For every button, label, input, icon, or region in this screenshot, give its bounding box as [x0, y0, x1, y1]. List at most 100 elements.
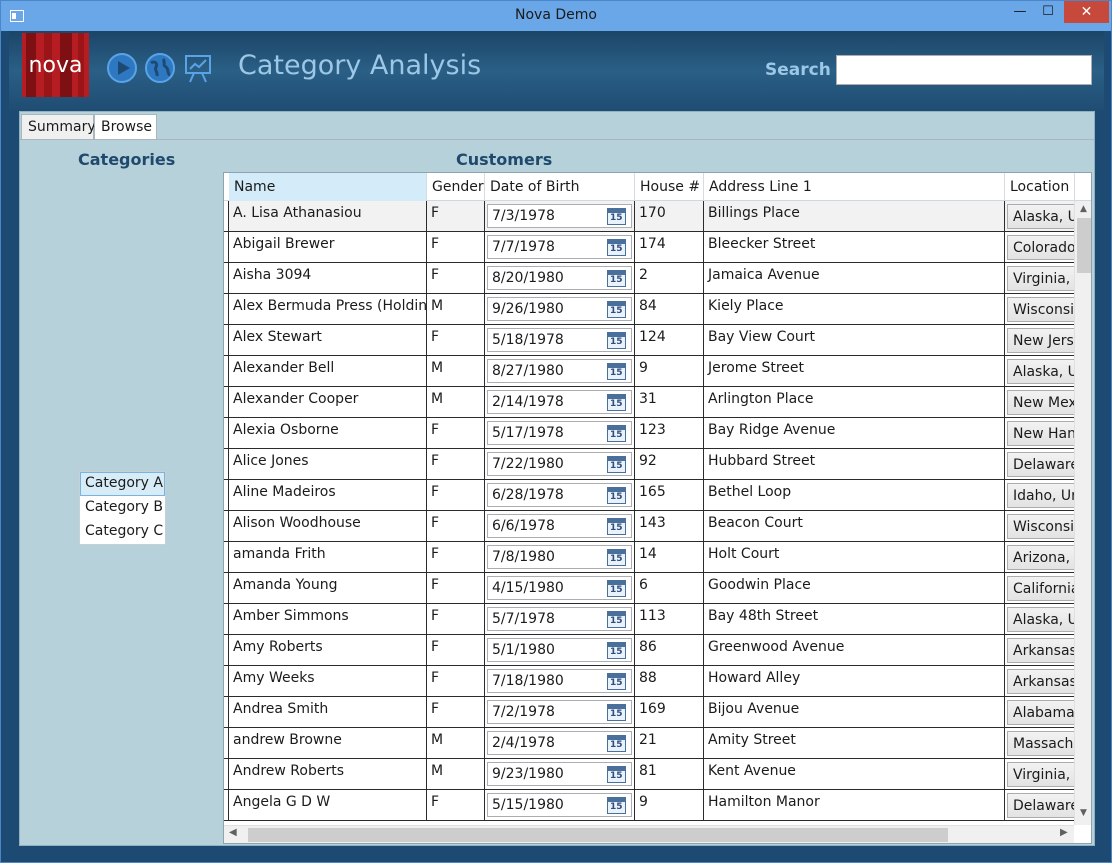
cell-location[interactable]: Wisconsi [1005, 294, 1074, 324]
category-item-c[interactable]: Category C [80, 520, 165, 544]
cell-name[interactable]: andrew Browne [229, 728, 427, 758]
cell-name[interactable]: Alex Stewart [229, 325, 427, 355]
cell-location[interactable]: California [1005, 573, 1074, 603]
date-picker[interactable]: 2/4/1978 15 [487, 731, 632, 755]
cell-house[interactable]: 92 [635, 449, 704, 479]
cell-address[interactable]: Greenwood Avenue [704, 635, 1005, 665]
cell-name[interactable]: Amber Simmons [229, 604, 427, 634]
cell-gender[interactable]: M [427, 387, 485, 417]
cell-location[interactable]: Arkansas [1005, 666, 1074, 696]
location-button[interactable]: Virginia, [1007, 762, 1074, 787]
cell-gender[interactable]: F [427, 635, 485, 665]
cell-address[interactable]: Bethel Loop [704, 480, 1005, 510]
table-row[interactable]: Aisha 3094 F 8/20/1980 15 2 Jamaica Avenue Vir… [224, 263, 1074, 294]
table-row[interactable]: Alice Jones F 7/22/1980 15 92 Hubbard Street D… [224, 449, 1074, 480]
category-item-a[interactable]: Category A [80, 472, 165, 496]
cell-address[interactable]: Bay View Court [704, 325, 1005, 355]
cell-gender[interactable]: F [427, 604, 485, 634]
calendar-icon[interactable]: 15 [607, 425, 626, 442]
cell-gender[interactable]: F [427, 418, 485, 448]
cell-name[interactable]: Aisha 3094 [229, 263, 427, 293]
calendar-icon[interactable]: 15 [607, 735, 626, 752]
table-row[interactable]: Alexia Osborne F 5/17/1978 15 123 Bay Ridge A… [224, 418, 1074, 449]
calendar-icon[interactable]: 15 [607, 270, 626, 287]
location-button[interactable]: Delaware [1007, 452, 1074, 477]
cell-address[interactable]: Bay Ridge Avenue [704, 418, 1005, 448]
date-picker[interactable]: 6/28/1978 15 [487, 483, 632, 507]
date-picker[interactable]: 5/1/1980 15 [487, 638, 632, 662]
date-picker[interactable]: 7/7/1978 15 [487, 235, 632, 259]
date-picker[interactable]: 5/18/1978 15 [487, 328, 632, 352]
cell-address[interactable]: Kent Avenue [704, 759, 1005, 789]
scroll-left-icon[interactable]: ◀ [229, 827, 237, 838]
cell-location[interactable]: New Mex [1005, 387, 1074, 417]
cell-name[interactable]: Alison Woodhouse [229, 511, 427, 541]
location-button[interactable]: Wisconsi [1007, 514, 1074, 539]
cell-name[interactable]: A. Lisa Athanasiou [229, 201, 427, 231]
cell-location[interactable]: Alaska, U [1005, 201, 1074, 231]
table-row[interactable]: Alison Woodhouse F 6/6/1978 15 143 Beacon Cou… [224, 511, 1074, 542]
location-button[interactable]: Idaho, Ur [1007, 483, 1074, 508]
column-header-house[interactable]: House # [635, 173, 704, 201]
vertical-scrollbar[interactable]: ▲ ▼ [1074, 201, 1091, 825]
date-picker[interactable]: 4/15/1980 15 [487, 576, 632, 600]
cell-location[interactable]: Idaho, Ur [1005, 480, 1074, 510]
cell-name[interactable]: Andrea Smith [229, 697, 427, 727]
cell-dob[interactable]: 6/28/1978 15 [485, 480, 635, 510]
cell-name[interactable]: Alex Bermuda Press (Holdings [229, 294, 427, 324]
calendar-icon[interactable]: 15 [607, 797, 626, 814]
cell-dob[interactable]: 7/7/1978 15 [485, 232, 635, 262]
calendar-icon[interactable]: 15 [607, 549, 626, 566]
cell-name[interactable]: Alice Jones [229, 449, 427, 479]
table-row[interactable]: Andrea Smith F 7/2/1978 15 169 Bijou Avenue Al… [224, 697, 1074, 728]
cell-name[interactable]: Alexia Osborne [229, 418, 427, 448]
cell-house[interactable]: 14 [635, 542, 704, 572]
cell-gender[interactable]: F [427, 697, 485, 727]
cell-location[interactable]: Virginia, [1005, 263, 1074, 293]
table-row[interactable]: Aline Madeiros F 6/28/1978 15 165 Bethel Loop… [224, 480, 1074, 511]
horizontal-scroll-thumb[interactable] [248, 828, 948, 842]
cell-address[interactable]: Jamaica Avenue [704, 263, 1005, 293]
cell-address[interactable]: Bleecker Street [704, 232, 1005, 262]
cell-location[interactable]: Massachu [1005, 728, 1074, 758]
cell-name[interactable]: Alexander Bell [229, 356, 427, 386]
cell-house[interactable]: 113 [635, 604, 704, 634]
calendar-icon[interactable]: 15 [607, 332, 626, 349]
cell-dob[interactable]: 8/20/1980 15 [485, 263, 635, 293]
cell-gender[interactable]: F [427, 480, 485, 510]
cell-dob[interactable]: 7/22/1980 15 [485, 449, 635, 479]
date-picker[interactable]: 7/18/1980 15 [487, 669, 632, 693]
calendar-icon[interactable]: 15 [607, 487, 626, 504]
cell-house[interactable]: 123 [635, 418, 704, 448]
cell-location[interactable]: Wisconsi [1005, 511, 1074, 541]
cell-gender[interactable]: F [427, 666, 485, 696]
cell-dob[interactable]: 5/18/1978 15 [485, 325, 635, 355]
cell-address[interactable]: Jerome Street [704, 356, 1005, 386]
cell-house[interactable]: 9 [635, 790, 704, 820]
cell-address[interactable]: Amity Street [704, 728, 1005, 758]
location-button[interactable]: New Mex [1007, 390, 1074, 415]
cell-gender[interactable]: F [427, 325, 485, 355]
cell-house[interactable]: 6 [635, 573, 704, 603]
calendar-icon[interactable]: 15 [607, 611, 626, 628]
table-row[interactable]: Amanda Young F 4/15/1980 15 6 Goodwin Place Ca… [224, 573, 1074, 604]
cell-location[interactable]: Delaware [1005, 449, 1074, 479]
cell-address[interactable]: Bijou Avenue [704, 697, 1005, 727]
calendar-icon[interactable]: 15 [607, 208, 626, 225]
cell-address[interactable]: Billings Place [704, 201, 1005, 231]
cell-house[interactable]: 88 [635, 666, 704, 696]
location-button[interactable]: New Han [1007, 421, 1074, 446]
cell-dob[interactable]: 2/14/1978 15 [485, 387, 635, 417]
table-row[interactable]: A. Lisa Athanasiou F 7/3/1978 15 170 Billings… [224, 201, 1074, 232]
cell-address[interactable]: Bay 48th Street [704, 604, 1005, 634]
cell-dob[interactable]: 5/7/1978 15 [485, 604, 635, 634]
cell-location[interactable]: Colorado [1005, 232, 1074, 262]
cell-location[interactable]: Arizona, [1005, 542, 1074, 572]
table-row[interactable]: Amber Simmons F 5/7/1978 15 113 Bay 48th Stre… [224, 604, 1074, 635]
table-row[interactable]: Alexander Bell M 8/27/1980 15 9 Jerome Street… [224, 356, 1074, 387]
location-button[interactable]: Alaska, U [1007, 607, 1074, 632]
cell-gender[interactable]: F [427, 511, 485, 541]
cell-dob[interactable]: 7/18/1980 15 [485, 666, 635, 696]
cell-location[interactable]: Alaska, U [1005, 604, 1074, 634]
cell-address[interactable]: Goodwin Place [704, 573, 1005, 603]
